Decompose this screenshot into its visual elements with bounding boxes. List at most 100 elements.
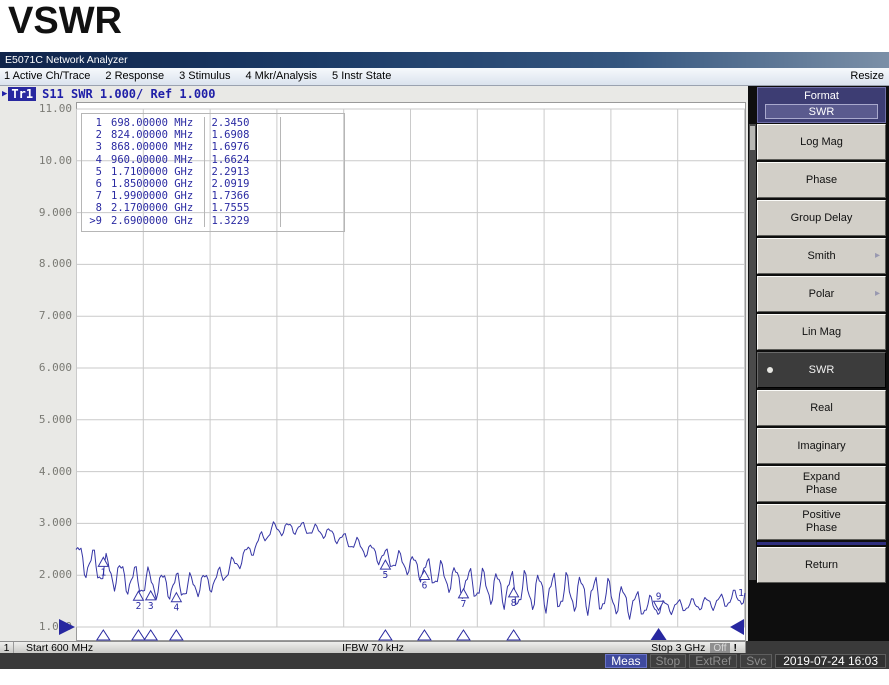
menu-bar: 1 Active Ch/Trace 2 Response 3 Stimulus 4 M… <box>0 68 889 86</box>
marker-value: 1.6908 <box>204 129 281 141</box>
softkey-label: Imaginary <box>797 440 845 453</box>
marker-value: 1.6624 <box>204 154 281 166</box>
off-indicator: Off <box>710 643 729 654</box>
marker-frequency: 1.8500000 GHz <box>111 178 193 190</box>
softkey-polar[interactable]: Polar▸ <box>757 276 886 312</box>
marker-triangle-icon[interactable] <box>509 588 519 597</box>
marker-triangle-icon[interactable] <box>458 589 468 598</box>
softkey-label: Phase <box>806 484 837 497</box>
softkey-label: Phase <box>806 522 837 535</box>
softkey-swr[interactable]: SWR <box>757 352 886 388</box>
y-axis-label: 6.000 <box>0 362 72 374</box>
softkey-separator <box>757 542 886 545</box>
selected-bullet-icon <box>767 367 773 373</box>
softkey-list: Log MagPhaseGroup DelaySmith▸Polar▸Lin M… <box>757 124 886 585</box>
submenu-arrow-icon: ▸ <box>875 287 880 300</box>
marker-table-row: 82.1700000 GHz1.7555 <box>82 202 344 214</box>
softkey-label: Expand <box>803 471 840 484</box>
softkey-imaginary[interactable]: Imaginary <box>757 428 886 464</box>
marker-number: >9 <box>82 215 102 227</box>
marker-triangle-icon[interactable] <box>171 593 181 602</box>
marker-stimulus-icon[interactable] <box>457 630 470 640</box>
marker-stimulus-icon[interactable] <box>418 630 431 640</box>
marker-label: 4 <box>173 603 179 614</box>
ref-level-right-arrow-icon <box>730 619 744 635</box>
menu-item-1[interactable]: 1 Active Ch/Trace <box>4 68 90 85</box>
softkey-label: Lin Mag <box>802 326 841 339</box>
softkey-phase[interactable]: Phase <box>757 162 886 198</box>
marker-label: 8 <box>511 598 517 609</box>
menu-item-3[interactable]: 3 Stimulus <box>179 68 230 85</box>
y-axis-label: 5.000 <box>0 414 72 426</box>
marker-number: 8 <box>82 202 102 214</box>
softkey-positive-phase[interactable]: PositivePhase <box>757 504 886 540</box>
softkey-label: Smith <box>807 250 835 263</box>
marker-number: 5 <box>82 166 102 178</box>
marker-frequency: 2.1700000 GHz <box>111 202 193 214</box>
y-axis-label: 8.000 <box>0 258 72 270</box>
marker-value: 1.3229 <box>204 215 281 227</box>
status-indicator-meas: Meas <box>605 654 646 668</box>
marker-triangle-icon[interactable] <box>133 591 143 600</box>
softkey-group-delay[interactable]: Group Delay <box>757 200 886 236</box>
resize-button[interactable]: Resize <box>850 68 884 85</box>
marker-stimulus-icon[interactable] <box>97 630 110 640</box>
marker-stimulus-icon[interactable] <box>132 630 145 640</box>
marker-table-row: 2 824.00000 MHz 1.6908 <box>82 129 344 141</box>
menu-item-4[interactable]: 4 Mkr/Analysis <box>245 68 317 85</box>
y-axis-label: 4.000 <box>0 466 72 478</box>
softkey-label: Log Mag <box>800 136 843 149</box>
softkey-label: Real <box>810 402 833 415</box>
marker-stimulus-icon[interactable] <box>170 630 183 640</box>
marker-table-spare-column <box>280 141 344 153</box>
page-title: VSWR <box>8 0 122 43</box>
marker-frequency: 698.00000 MHz <box>111 117 193 129</box>
status-datetime: 2019-07-24 16:03 <box>775 654 886 668</box>
marker-frequency: 2.6900000 GHz <box>111 215 193 227</box>
marker-stimulus-icon[interactable] <box>507 630 520 640</box>
marker-number: 3 <box>82 141 102 153</box>
marker-number: 2 <box>82 129 102 141</box>
marker-table-row: 3868.00000 MHz1.6976 <box>82 141 344 153</box>
marker-value: 1.6976 <box>204 141 281 153</box>
window-titlebar[interactable]: E5071C Network Analyzer <box>0 52 889 68</box>
menu-item-2[interactable]: 2 Response <box>105 68 164 85</box>
marker-triangle-icon[interactable] <box>146 591 156 600</box>
marker-label: 3 <box>148 601 154 612</box>
marker-value: 1.7366 <box>204 190 281 202</box>
softkey-scroll-thumb[interactable] <box>750 126 755 150</box>
marker-table-row: 4960.00000 MHz1.6624 <box>82 154 344 166</box>
marker-table-row: 1698.00000 MHz2.3450 <box>82 117 344 129</box>
marker-table-spare-column <box>280 117 344 129</box>
active-marker-stimulus-icon[interactable] <box>651 628 667 640</box>
status-indicator-svc: Svc <box>740 654 772 668</box>
marker-stimulus-icon[interactable] <box>379 630 392 640</box>
marker-label: 6 <box>422 580 428 591</box>
format-softkey-sidebar: Format SWR Log MagPhaseGroup DelaySmith▸… <box>748 86 889 641</box>
softkey-label: Group Delay <box>791 212 853 225</box>
format-menu-title: Format <box>758 90 885 102</box>
menu-item-5[interactable]: 5 Instr State <box>332 68 391 85</box>
status-indicator-stop: Stop <box>650 654 687 668</box>
window-title: E5071C Network Analyzer <box>5 54 128 66</box>
softkey-log-mag[interactable]: Log Mag <box>757 124 886 160</box>
marker-number: 7 <box>82 190 102 202</box>
marker-value: 2.0919 <box>204 178 281 190</box>
marker-table-spare-column <box>280 166 344 178</box>
instrument-status-bar: MeasStopExtRefSvc2019-07-24 16:03 <box>0 653 889 669</box>
marker-table-spare-column <box>280 154 344 166</box>
marker-value: 2.3450 <box>204 117 281 129</box>
marker-triangle-icon[interactable] <box>380 560 390 569</box>
marker-number: 6 <box>82 178 102 190</box>
marker-frequency: 824.00000 MHz <box>111 129 193 141</box>
softkey-real[interactable]: Real <box>757 390 886 426</box>
marker-stimulus-icon[interactable] <box>144 630 157 640</box>
format-menu-header: Format SWR <box>757 87 886 123</box>
softkey-scroll-strip[interactable] <box>749 124 756 580</box>
softkey-smith[interactable]: Smith▸ <box>757 238 886 274</box>
softkey-expand-phase[interactable]: ExpandPhase <box>757 466 886 502</box>
softkey-lin-mag[interactable]: Lin Mag <box>757 314 886 350</box>
format-current-value: SWR <box>765 104 878 119</box>
softkey-return[interactable]: Return <box>757 547 886 583</box>
marker-label: 9 <box>656 591 662 602</box>
